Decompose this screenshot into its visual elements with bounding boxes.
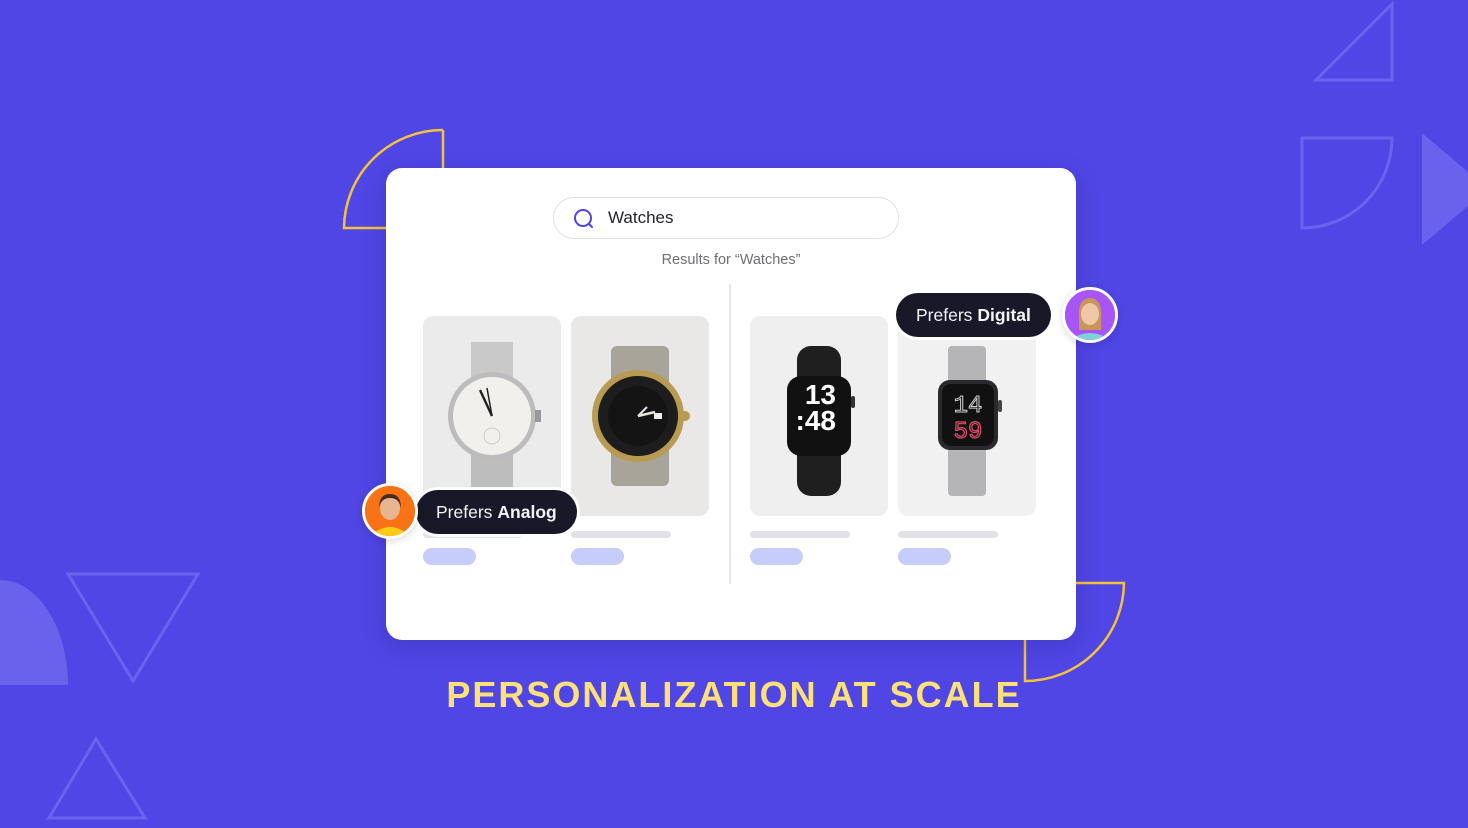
group-divider [729, 284, 731, 584]
results-caption: Results for “Watches” [661, 252, 801, 268]
avatar-analog-user [362, 483, 418, 539]
filled-half-circle-left [0, 580, 68, 685]
svg-text:14: 14 [954, 393, 983, 420]
product-card[interactable] [571, 316, 709, 565]
product-price-placeholder [423, 548, 476, 565]
search-value: Watches [608, 208, 674, 227]
product-image-dive-watch[interactable] [571, 316, 709, 516]
svg-text::48: :48 [796, 405, 836, 436]
outline-quarter-circle-right [1300, 136, 1394, 230]
search-icon [574, 209, 593, 228]
outline-triangle-top-right [1312, 0, 1394, 82]
product-price-placeholder [898, 548, 951, 565]
product-card[interactable]: 13 :48 [750, 316, 888, 565]
product-title-placeholder [750, 531, 850, 538]
product-price-placeholder [750, 548, 803, 565]
product-image-loop-smartwatch[interactable]: 14 59 [898, 316, 1036, 516]
tag-prefix: Prefers [916, 304, 973, 325]
tag-emphasis: Digital [977, 304, 1031, 325]
search-input[interactable]: Watches [553, 197, 899, 239]
product-price-placeholder [571, 548, 624, 565]
product-card[interactable]: 14 59 [898, 316, 1036, 565]
svg-text:59: 59 [954, 419, 983, 446]
tag-prefix: Prefers [436, 501, 493, 522]
product-image-vintage-analog-watch[interactable] [423, 316, 561, 516]
product-image-black-smartwatch[interactable]: 13 :48 [750, 316, 888, 516]
headline: PERSONALIZATION AT SCALE [446, 674, 1022, 715]
avatar-digital-user [1062, 287, 1118, 343]
preference-tag-analog: Prefers Analog [416, 490, 577, 534]
product-title-placeholder [571, 531, 671, 538]
outline-triangle-down-left [65, 572, 201, 684]
product-title-placeholder [898, 531, 998, 538]
preference-tag-digital: Prefers Digital [896, 293, 1051, 337]
search-results-card: Watches Results for “Watches” 13:48 14 … [386, 168, 1076, 640]
filled-triangle-right [1422, 133, 1468, 245]
outline-triangle-up-left [46, 736, 148, 820]
tag-emphasis: Analog [497, 501, 557, 522]
